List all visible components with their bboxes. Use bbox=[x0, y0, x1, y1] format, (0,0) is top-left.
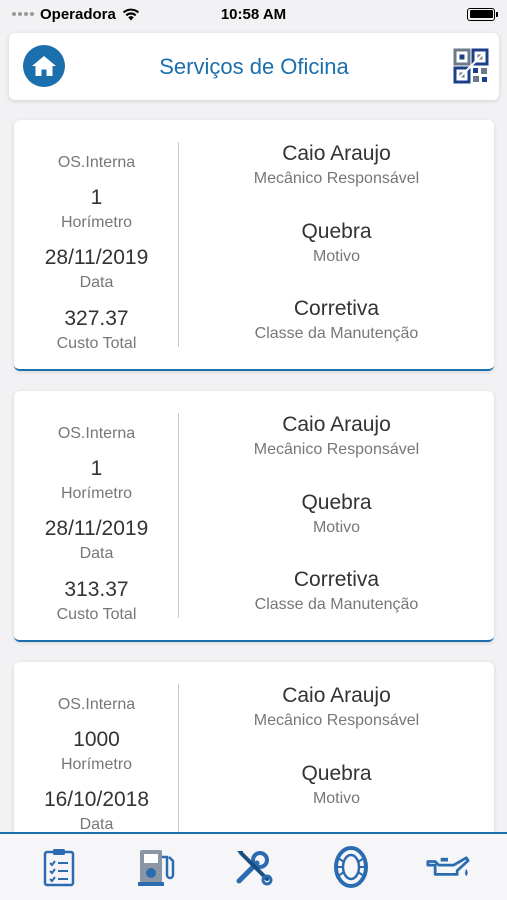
reason-value: Quebra bbox=[301, 220, 372, 243]
tab-tires[interactable] bbox=[329, 845, 373, 889]
checklist-icon bbox=[43, 849, 74, 887]
reason-value: Quebra bbox=[301, 491, 372, 514]
horimetro-value: 1000 bbox=[73, 728, 120, 751]
qr-code-icon[interactable] bbox=[453, 48, 489, 84]
card-left-column: OS.Interna 1 Horímetro 28/11/2019 Data 3… bbox=[14, 391, 179, 640]
reason-label: Motivo bbox=[312, 519, 361, 536]
tab-oil[interactable] bbox=[426, 845, 470, 889]
reason-label: Motivo bbox=[312, 248, 361, 265]
date-value: 28/11/2019 bbox=[44, 517, 149, 540]
mechanic-label: Mecânico Responsável bbox=[253, 712, 420, 729]
mechanic-label: Mecânico Responsável bbox=[253, 441, 420, 458]
wifi-icon bbox=[122, 8, 139, 20]
mechanic-value: Caio Araujo bbox=[282, 142, 391, 165]
mechanic-label: Mecânico Responsável bbox=[253, 170, 420, 187]
service-card[interactable]: OS.Interna 1 Horímetro 28/11/2019 Data 3… bbox=[14, 120, 494, 371]
cost-value: 313.37 bbox=[64, 578, 129, 601]
service-card[interactable]: OS.Interna 1 Horímetro 28/11/2019 Data 3… bbox=[14, 391, 494, 642]
card-right-column: Caio Araujo Mecânico Responsável Quebra … bbox=[179, 391, 494, 640]
signal-dots-icon bbox=[12, 12, 34, 16]
class-value: Corretiva bbox=[293, 297, 380, 320]
cost-value: 327.37 bbox=[64, 307, 129, 330]
card-right-column: Caio Araujo Mecânico Responsável Quebra … bbox=[179, 120, 494, 369]
date-value: 16/10/2018 bbox=[43, 788, 150, 811]
clock: 10:58 AM bbox=[220, 5, 287, 23]
tab-checklist[interactable] bbox=[37, 845, 81, 889]
horimetro-label: Horímetro bbox=[60, 214, 133, 231]
os-label: OS.Interna bbox=[57, 154, 136, 171]
app-header: Serviços de Oficina bbox=[9, 33, 499, 100]
horimetro-label: Horímetro bbox=[60, 485, 133, 502]
wrench-screwdriver-icon bbox=[236, 851, 273, 886]
status-left: Operadora bbox=[12, 6, 140, 23]
os-label: OS.Interna bbox=[57, 425, 136, 442]
date-label: Data bbox=[79, 545, 114, 562]
home-button[interactable] bbox=[23, 45, 65, 87]
horimetro-value: 1 bbox=[90, 186, 103, 209]
status-bar: Operadora 10:58 AM bbox=[0, 0, 507, 28]
date-value: 28/11/2019 bbox=[44, 246, 149, 269]
cost-label: Custo Total bbox=[56, 335, 137, 352]
carrier-name: Operadora bbox=[40, 5, 116, 23]
horimetro-value: 1 bbox=[90, 457, 103, 480]
oil-can-icon bbox=[426, 856, 470, 877]
class-label: Classe da Manutenção bbox=[254, 325, 419, 342]
class-value: Corretiva bbox=[293, 568, 380, 591]
mechanic-value: Caio Araujo bbox=[282, 413, 391, 436]
reason-value: Quebra bbox=[301, 762, 372, 785]
os-label: OS.Interna bbox=[57, 696, 136, 713]
class-label: Classe da Manutenção bbox=[254, 596, 419, 613]
horimetro-label: Horímetro bbox=[60, 756, 133, 773]
bottom-tab-bar bbox=[0, 832, 507, 900]
mechanic-value: Caio Araujo bbox=[282, 684, 391, 707]
cost-label: Custo Total bbox=[56, 606, 137, 623]
battery-icon bbox=[467, 7, 498, 21]
tab-fuel[interactable] bbox=[134, 845, 178, 889]
tire-icon bbox=[333, 846, 368, 888]
tab-services[interactable] bbox=[231, 845, 275, 889]
reason-label: Motivo bbox=[312, 790, 361, 807]
home-icon bbox=[32, 56, 56, 76]
card-left-column: OS.Interna 1 Horímetro 28/11/2019 Data 3… bbox=[14, 120, 179, 369]
date-label: Data bbox=[79, 274, 114, 291]
page-title: Serviços de Oficina bbox=[159, 53, 349, 79]
fuel-pump-icon bbox=[138, 850, 175, 886]
